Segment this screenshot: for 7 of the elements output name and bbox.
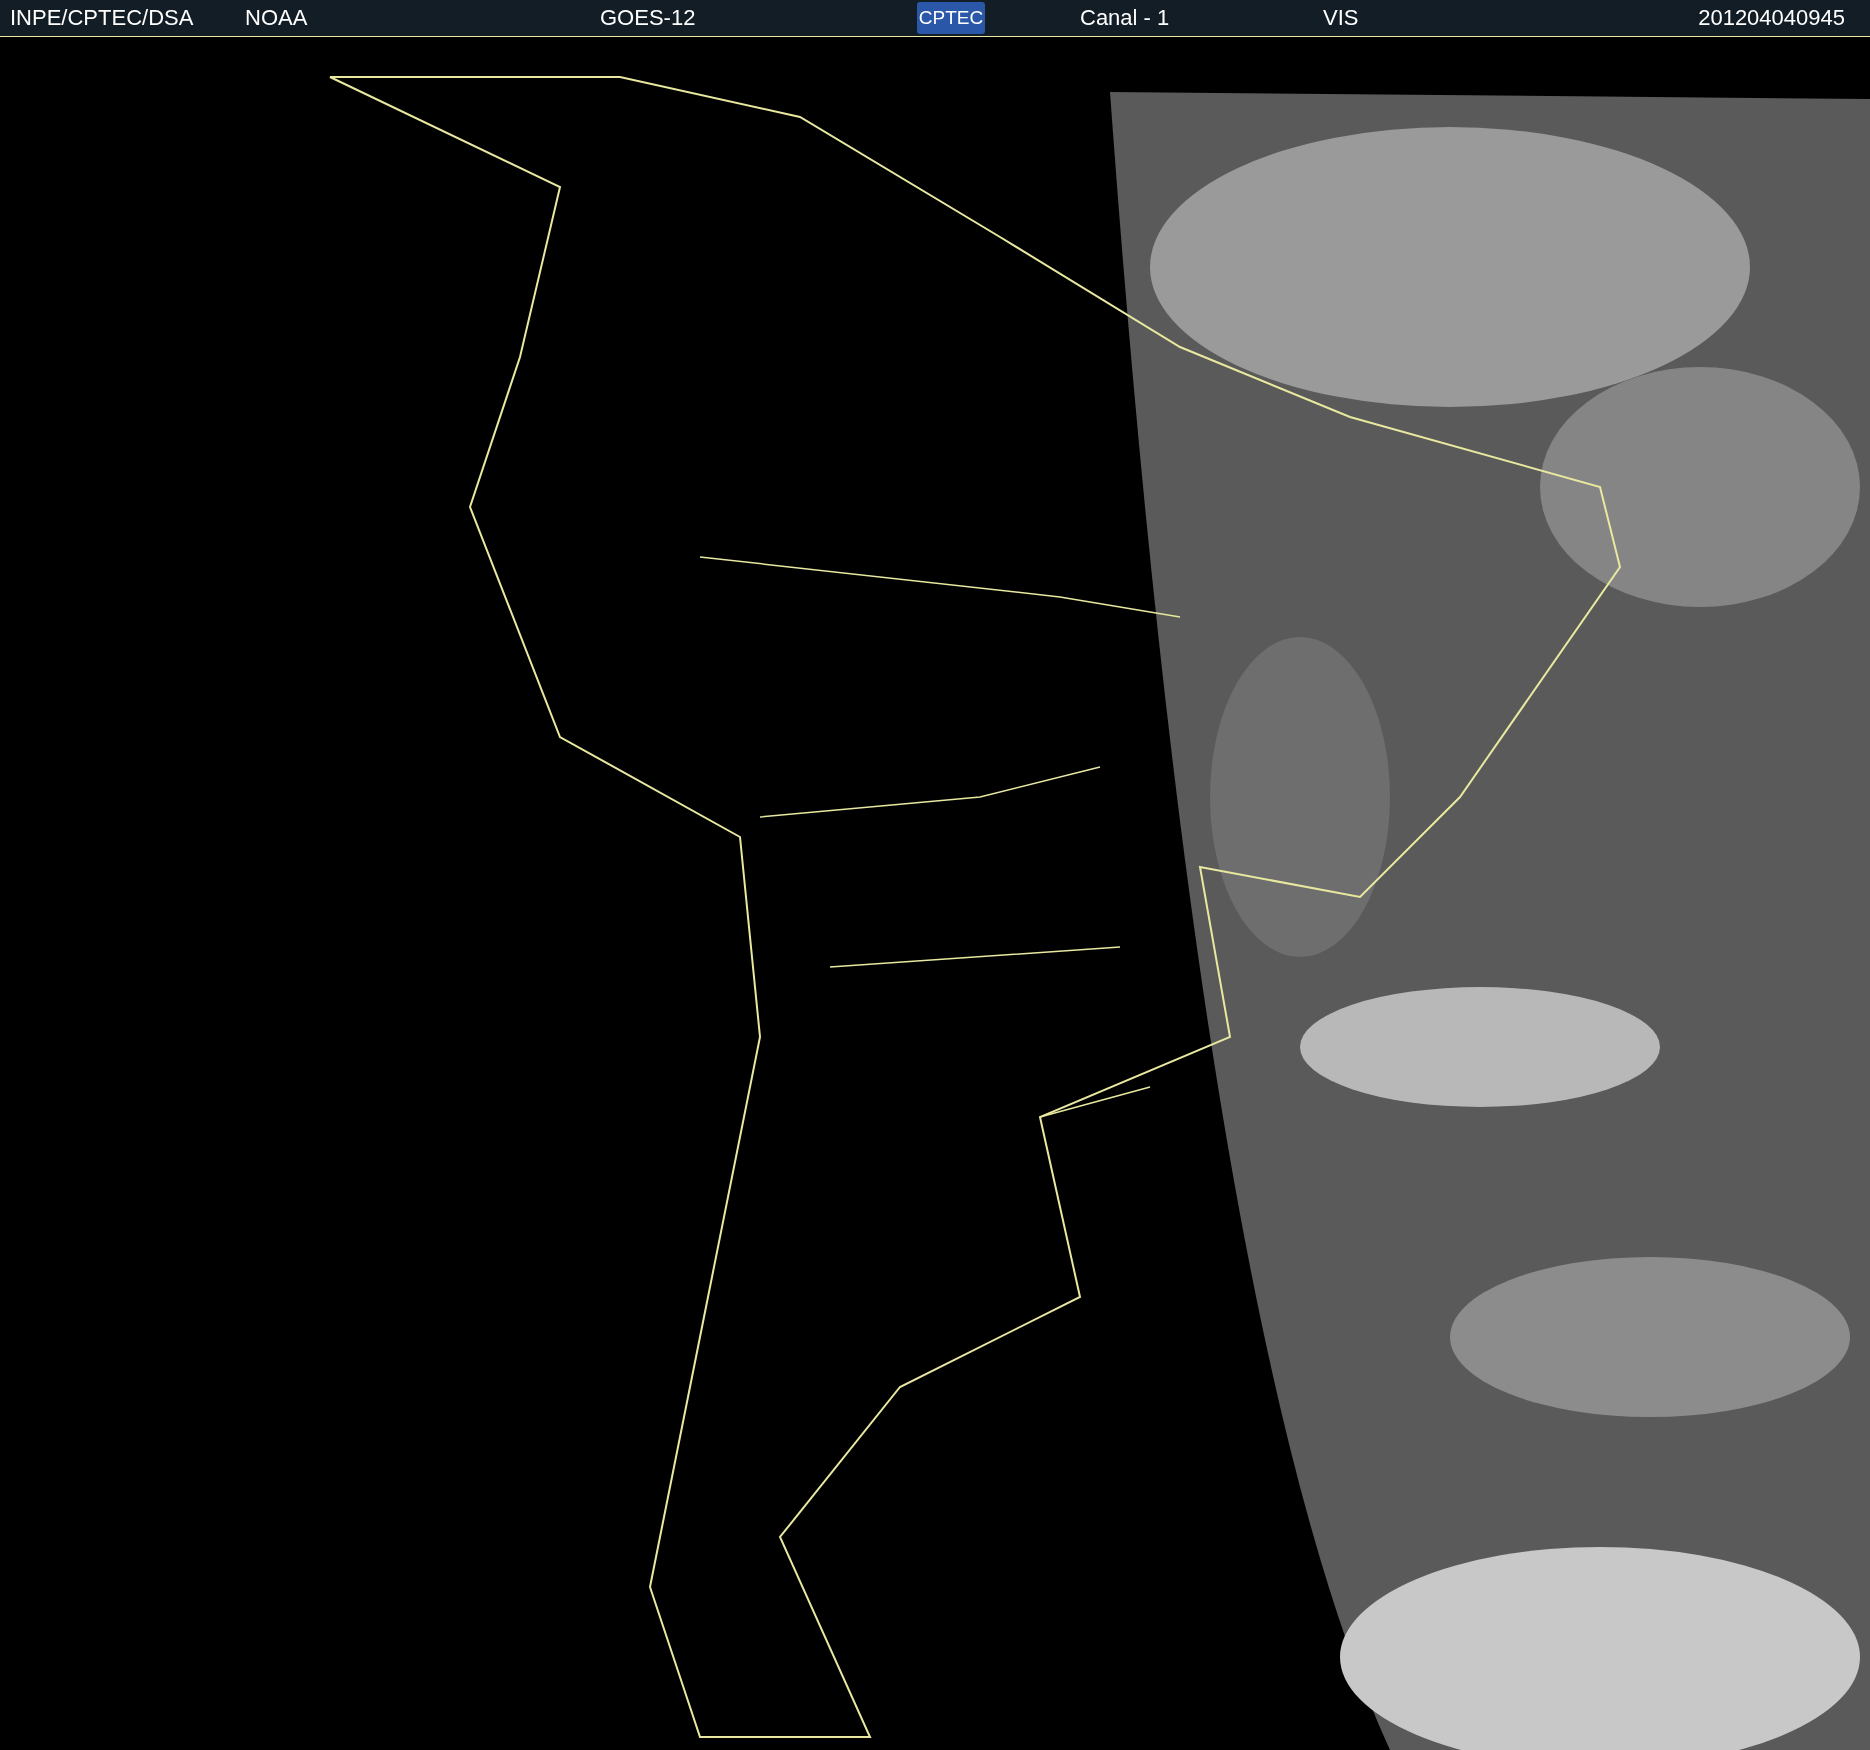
source-label: INPE/CPTEC/DSA [10, 5, 194, 31]
band-label: VIS [1323, 5, 1359, 31]
channel-label: Canal - 1 [1080, 5, 1170, 31]
agency-label: NOAA [245, 5, 308, 31]
timestamp-label: 201204040945 [1698, 5, 1845, 31]
satellite-label: GOES-12 [600, 5, 696, 31]
logo: CPTEC [917, 2, 985, 34]
